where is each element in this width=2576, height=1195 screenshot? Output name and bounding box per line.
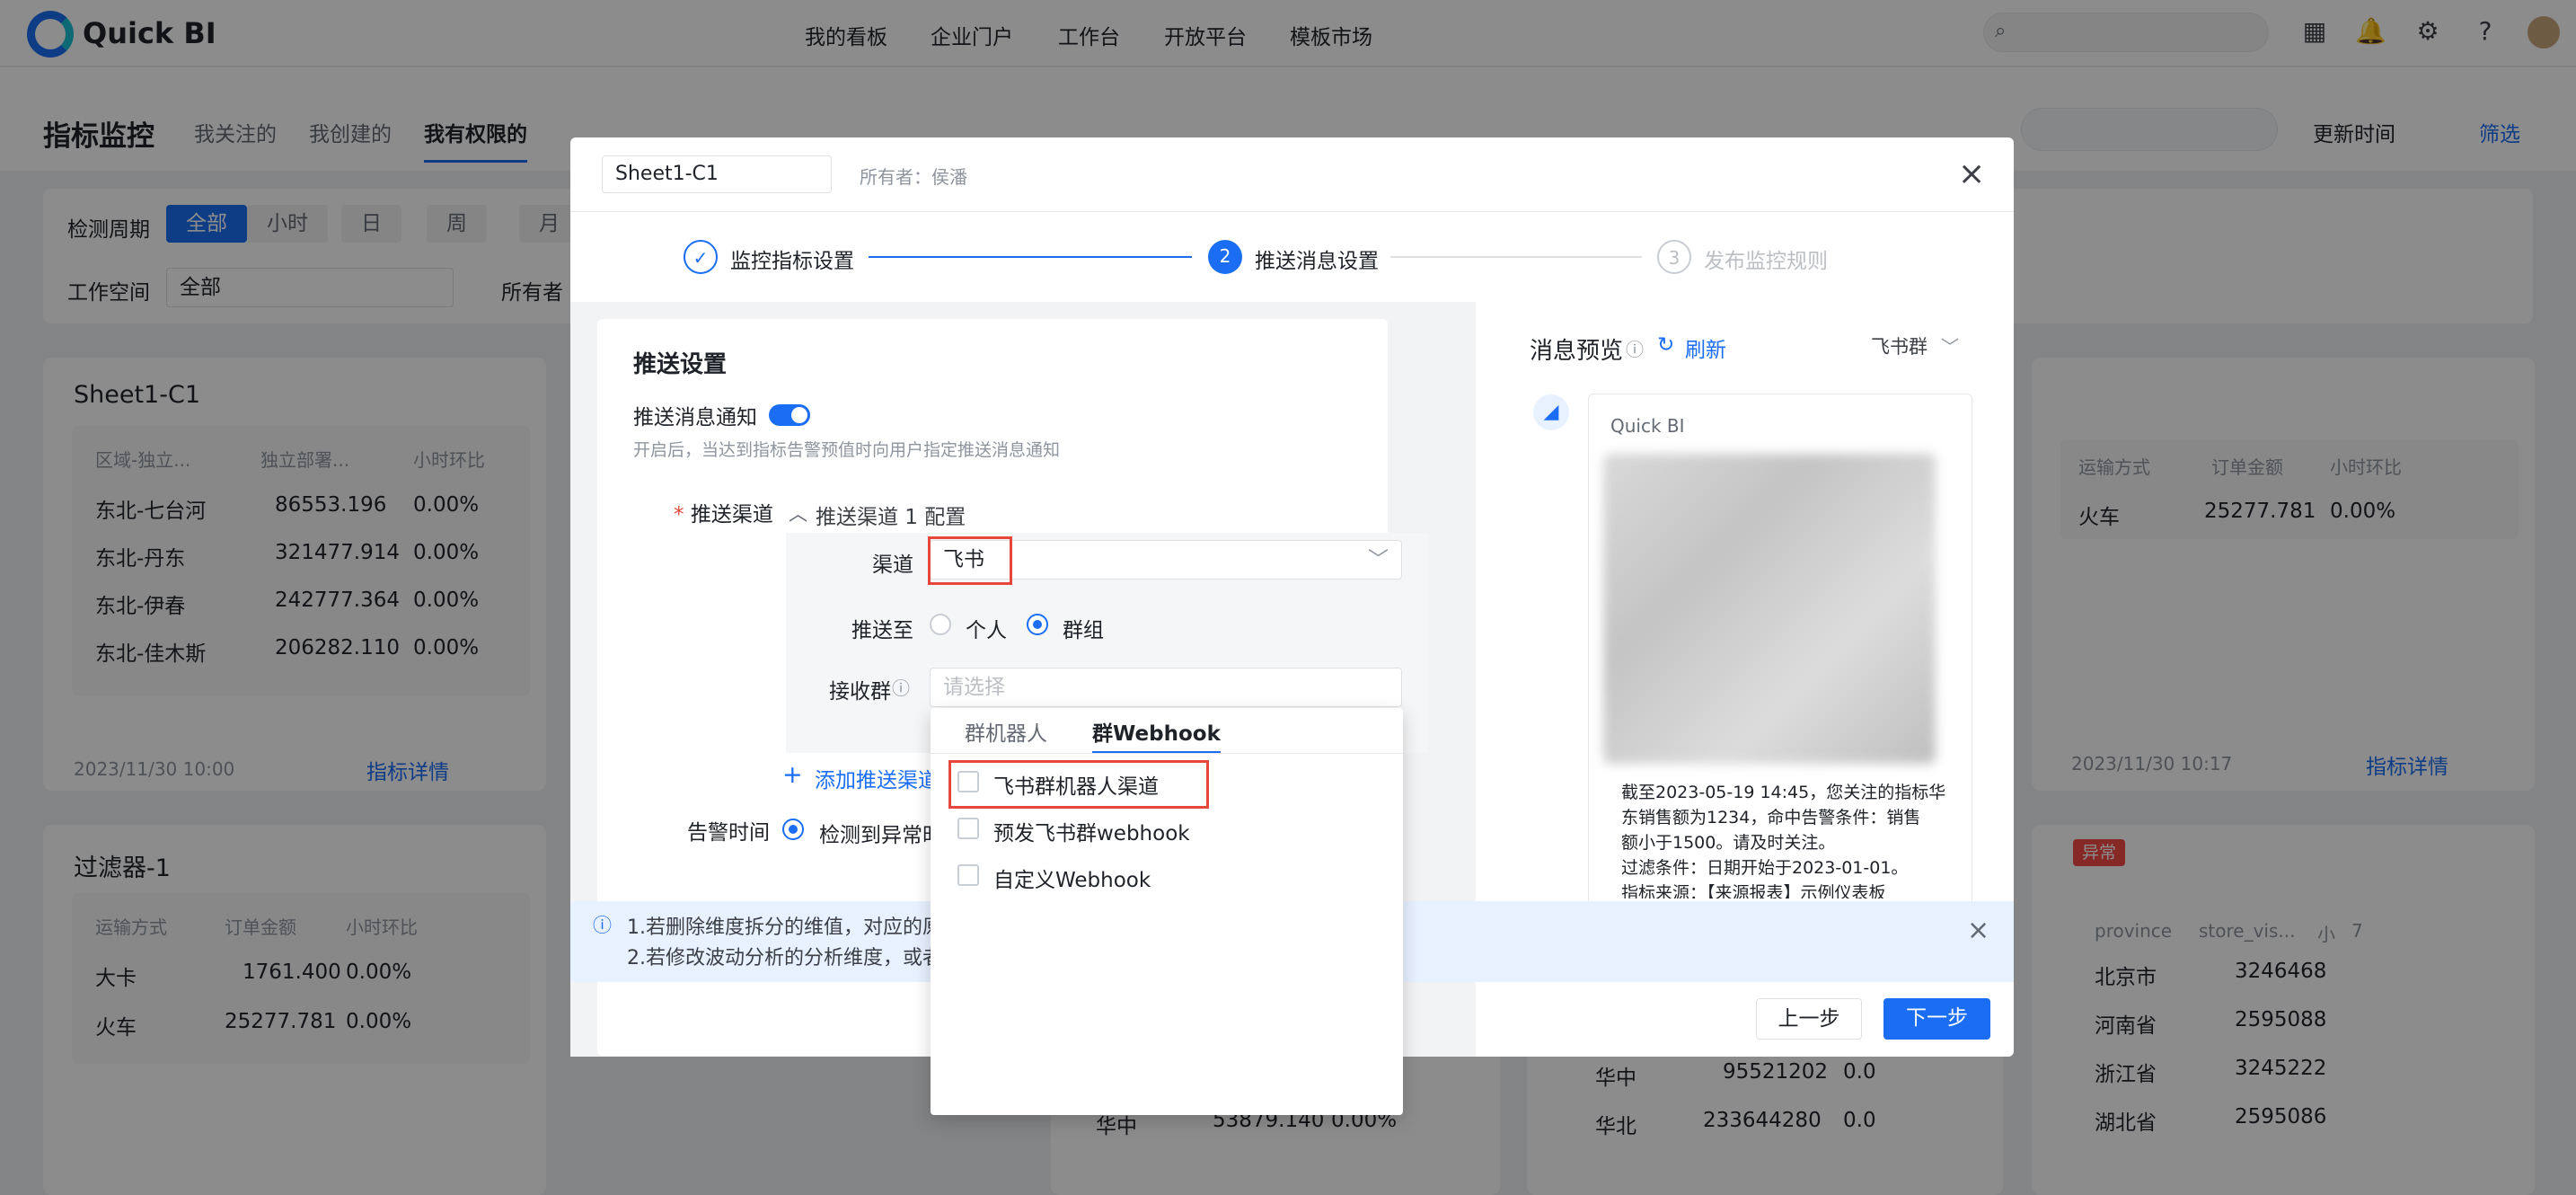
owner-text: 所有者：侯潘 bbox=[860, 166, 967, 188]
add-channel-link[interactable]: 添加推送渠道 bbox=[815, 763, 931, 793]
alert-time-label: 告警时间 bbox=[687, 821, 770, 845]
prev-button[interactable]: 上一步 bbox=[1756, 998, 1862, 1040]
header-divider bbox=[570, 211, 2014, 212]
preview-channel-select[interactable]: 飞书群 bbox=[1871, 332, 1928, 359]
highlight-option bbox=[948, 760, 1209, 809]
step-connector bbox=[1390, 256, 1642, 258]
channel-field-label: 渠道 bbox=[872, 553, 913, 577]
step-3-number: 3 bbox=[1657, 240, 1691, 274]
blurred-chart-image bbox=[1603, 454, 1936, 764]
radio-group-label[interactable]: 群组 bbox=[1063, 613, 1104, 643]
step-2-number: 2 bbox=[1208, 240, 1242, 274]
add-icon[interactable]: + bbox=[782, 761, 803, 789]
refresh-icon[interactable]: ↻ bbox=[1657, 333, 1674, 357]
dropdown-option[interactable]: 预发飞书群webhook bbox=[993, 816, 1190, 846]
preview-title: 消息预览 bbox=[1530, 338, 1624, 365]
push-to-label: 推送至 bbox=[851, 619, 913, 642]
notice-line-2: 2.若修改波动分析的分析维度，或者 bbox=[627, 947, 942, 969]
chevron-down-icon[interactable]: ﹀ bbox=[1941, 332, 1959, 358]
push-notice-desc: 开启后，当达到指标告警预值时向用户指定推送消息通知 bbox=[633, 440, 1061, 460]
highlight-channel bbox=[928, 536, 1012, 585]
bot-name: Quick BI bbox=[1610, 415, 1685, 437]
next-button[interactable]: 下一步 bbox=[1883, 998, 1990, 1040]
info-icon: ⓘ bbox=[1626, 339, 1644, 360]
sheet-name-input[interactable]: Sheet1-C1 bbox=[602, 155, 832, 193]
info-icon: ⓘ bbox=[892, 677, 910, 699]
radio-personal-label[interactable]: 个人 bbox=[966, 613, 1007, 643]
option-checkbox[interactable] bbox=[957, 818, 979, 839]
dropdown-divider bbox=[931, 753, 1403, 754]
channel-label: * 推送渠道 bbox=[674, 503, 773, 527]
option-checkbox[interactable] bbox=[957, 864, 979, 886]
radio-personal[interactable] bbox=[930, 614, 951, 635]
receiver-dropdown: 群机器人 群Webhook 飞书群机器人渠道 预发飞书群webhook 自定义W… bbox=[931, 708, 1403, 1115]
push-notice-label: 推送消息通知 bbox=[633, 406, 757, 429]
radio-group[interactable] bbox=[1027, 614, 1048, 635]
alert-time-option[interactable]: 检测到异常时 bbox=[819, 818, 931, 848]
dropdown-tab-webhook[interactable]: 群Webhook bbox=[1092, 716, 1221, 754]
step-1-label[interactable]: 监控指标设置 bbox=[730, 243, 854, 274]
dropdown-tab-robot[interactable]: 群机器人 bbox=[965, 716, 1047, 747]
step-2-label[interactable]: 推送消息设置 bbox=[1255, 243, 1379, 274]
preview-message-line: 过滤条件：日期开始于2023-01-01。 bbox=[1621, 858, 1909, 878]
step-3-label[interactable]: 发布监控规则 bbox=[1704, 243, 1828, 274]
preview-message-line: 东销售额为1234，命中告警条件：销售 bbox=[1621, 808, 1921, 828]
preview-message-line: 截至2023-05-19 14:45，您关注的指标华 bbox=[1621, 783, 1946, 802]
chevron-up-icon[interactable]: ︿ bbox=[789, 500, 807, 527]
step-connector bbox=[869, 256, 1192, 258]
section-title: 推送设置 bbox=[633, 351, 728, 378]
radio-on-anomaly[interactable] bbox=[782, 819, 804, 840]
receiver-label: 接收群 bbox=[829, 680, 891, 704]
dropdown-option[interactable]: 自定义Webhook bbox=[993, 863, 1151, 893]
receiver-select[interactable]: 请选择 bbox=[930, 668, 1402, 707]
close-icon[interactable]: × bbox=[1958, 155, 1985, 192]
notice-close-icon[interactable]: × bbox=[1967, 915, 1989, 946]
info-icon: ⓘ bbox=[593, 915, 612, 936]
channel-label-text: 推送渠道 bbox=[690, 503, 773, 527]
refresh-link[interactable]: 刷新 bbox=[1685, 332, 1726, 363]
preview-message-line: 额小于1500。请及时关注。 bbox=[1621, 833, 1836, 853]
chevron-down-icon: ﹀ bbox=[1368, 548, 1389, 571]
step-done-check-icon: ✓ bbox=[684, 240, 718, 274]
push-notice-toggle[interactable] bbox=[769, 404, 810, 426]
preview-message-line: 指标来源：【来源报表】示例仪表板 bbox=[1621, 883, 1886, 898]
channel-config-title[interactable]: 推送渠道 1 配置 bbox=[816, 500, 966, 530]
bot-avatar-icon: ◢ bbox=[1533, 394, 1569, 430]
notice-line-1: 1.若删除维度拆分的维值，对应的原 bbox=[627, 916, 942, 939]
